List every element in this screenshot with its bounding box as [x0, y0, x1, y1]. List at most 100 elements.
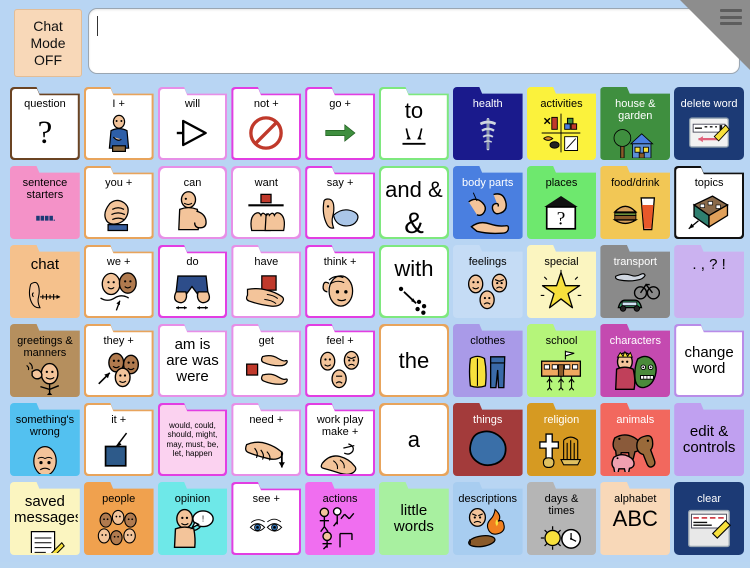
board-button-want[interactable]: want [231, 166, 302, 239]
board-button-question[interactable]: question? [10, 87, 80, 160]
board-button-need[interactable]: need + [231, 403, 302, 476]
button-label: edit & controls [682, 422, 736, 456]
board-button-people[interactable]: people [83, 482, 154, 555]
board-button-special[interactable]: special [526, 245, 597, 318]
board-button-alphabet[interactable]: alphabet ABC [600, 482, 671, 555]
board-button-descriptions[interactable]: descriptions [452, 482, 523, 555]
board-button-think[interactable]: think + [305, 245, 375, 318]
grid-cell: animals [598, 400, 672, 479]
board-button-will[interactable]: will [157, 87, 228, 160]
board-button-house-garden[interactable]: house & garden [600, 87, 671, 160]
hamburger-line [720, 9, 742, 12]
board-button-opinion[interactable]: opinion! [157, 482, 228, 555]
board-button-religion[interactable]: religion [526, 403, 597, 476]
board-button-places[interactable]: places? [526, 166, 597, 239]
board-button-you[interactable]: you + [83, 166, 154, 239]
grid-cell: people [82, 479, 156, 558]
board-button-edit-controls[interactable]: edit & controls [674, 403, 744, 476]
button-face: topics [676, 168, 742, 237]
grid-cell: greetings & manners [8, 321, 82, 400]
board-button-feelings[interactable]: feelings [452, 245, 523, 318]
board-button-sentence-starters[interactable]: sentence starters [10, 166, 80, 239]
board-button-am-is-are-was-were[interactable]: am is are was were [157, 324, 228, 397]
grid-cell: question? [8, 84, 82, 163]
board-button-saved-messages[interactable]: saved messages [10, 482, 80, 555]
button-face: greetings & manners [12, 326, 78, 395]
menu-corner[interactable] [680, 0, 750, 70]
board-button-can[interactable]: can [157, 166, 228, 239]
board-button-to[interactable]: to [379, 87, 449, 160]
caduceus-icon [455, 110, 521, 158]
board-button-days-times[interactable]: days & times [526, 482, 597, 555]
button-face: go + [307, 89, 373, 158]
board-button-[interactable]: . , ? ! [674, 245, 744, 318]
board-button-with[interactable]: with [379, 245, 449, 318]
button-label: say + [326, 177, 354, 189]
board-button-say[interactable]: say + [305, 166, 375, 239]
blue-square-arrow-icon [86, 426, 152, 474]
board-button-body-parts[interactable]: body parts [452, 166, 523, 239]
board-button-clothes[interactable]: clothes [452, 324, 523, 397]
board-button-the[interactable]: the [379, 324, 449, 397]
board-button-change-word[interactable]: change word [674, 324, 744, 397]
board-button-not[interactable]: not + [231, 87, 302, 160]
button-face: to [381, 89, 447, 158]
board-button-do[interactable]: do [157, 245, 228, 318]
grid-cell: go + [303, 84, 377, 163]
board-button-delete-word[interactable]: delete word [674, 87, 744, 160]
board-button-clear[interactable]: clear [674, 482, 744, 555]
board-button-get[interactable]: get [231, 324, 302, 397]
board-button-something-s-wrong[interactable]: something's wrong [10, 403, 80, 476]
message-display-field[interactable] [88, 8, 740, 74]
grid-cell: actions [303, 479, 377, 558]
board-button-it[interactable]: it + [83, 403, 154, 476]
chat-mode-toggle-button[interactable]: Chat Mode OFF [14, 9, 82, 77]
board-button-we[interactable]: we + [83, 245, 154, 318]
button-label: with [394, 256, 434, 281]
button-face: I + [85, 89, 152, 158]
board-button-little-words[interactable]: little words [379, 482, 449, 555]
board-button-work-play-make[interactable]: work play make + [305, 403, 375, 476]
board-button-a[interactable]: a [379, 403, 449, 476]
board-button-greetings-manners[interactable]: greetings & manners [10, 324, 80, 397]
board-button-see[interactable]: see + [231, 482, 302, 555]
button-label: clothes [470, 335, 506, 347]
shirt-and-trousers-icon [455, 347, 521, 395]
board-button-and[interactable]: and & & [379, 166, 449, 240]
topic-map-icon [676, 189, 742, 237]
svg-text:&: & [404, 207, 424, 240]
board-button-feel[interactable]: feel + [305, 324, 375, 397]
board-button-characters[interactable]: characters [600, 324, 671, 397]
grid-cell: have [229, 242, 303, 321]
grid-cell: health [451, 84, 525, 163]
board-button-transport[interactable]: transport [600, 245, 671, 318]
board-button-chat[interactable]: chat [10, 245, 80, 318]
button-face: not + [233, 89, 300, 158]
board-button-animals[interactable]: animals [600, 403, 671, 476]
three-faces-arrow-icon [86, 347, 152, 395]
grid-cell: food/drink [598, 163, 672, 242]
button-label: school [545, 335, 578, 347]
board-button-i[interactable]: I + [83, 87, 154, 160]
button-face: school [528, 326, 595, 395]
board-button-they[interactable]: they + [83, 324, 154, 397]
button-label: actions [322, 493, 358, 505]
board-button-activities[interactable]: activities [526, 87, 597, 160]
button-face: we + [85, 247, 152, 316]
board-button-things[interactable]: things [452, 403, 523, 476]
board-button-would-could-should-might-may-must-be-let-happen[interactable]: would, could, should, might, may, must, … [157, 403, 228, 476]
board-button-food-drink[interactable]: food/drink [600, 166, 671, 239]
board-button-topics[interactable]: topics [674, 166, 744, 239]
board-button-health[interactable]: health [452, 87, 523, 160]
board-button-have[interactable]: have [231, 245, 302, 318]
button-face: say + [307, 168, 373, 237]
grid-cell: we + [82, 242, 156, 321]
button-face: will [159, 89, 226, 158]
button-face: little words [381, 484, 447, 553]
board-button-go[interactable]: go + [305, 87, 375, 160]
button-face: work play make + [307, 405, 373, 474]
board-button-actions[interactable]: actions [305, 482, 375, 555]
hamburger-menu-icon[interactable] [720, 9, 742, 25]
grid-cell: would, could, should, might, may, must, … [156, 400, 230, 479]
board-button-school[interactable]: school [526, 324, 597, 397]
